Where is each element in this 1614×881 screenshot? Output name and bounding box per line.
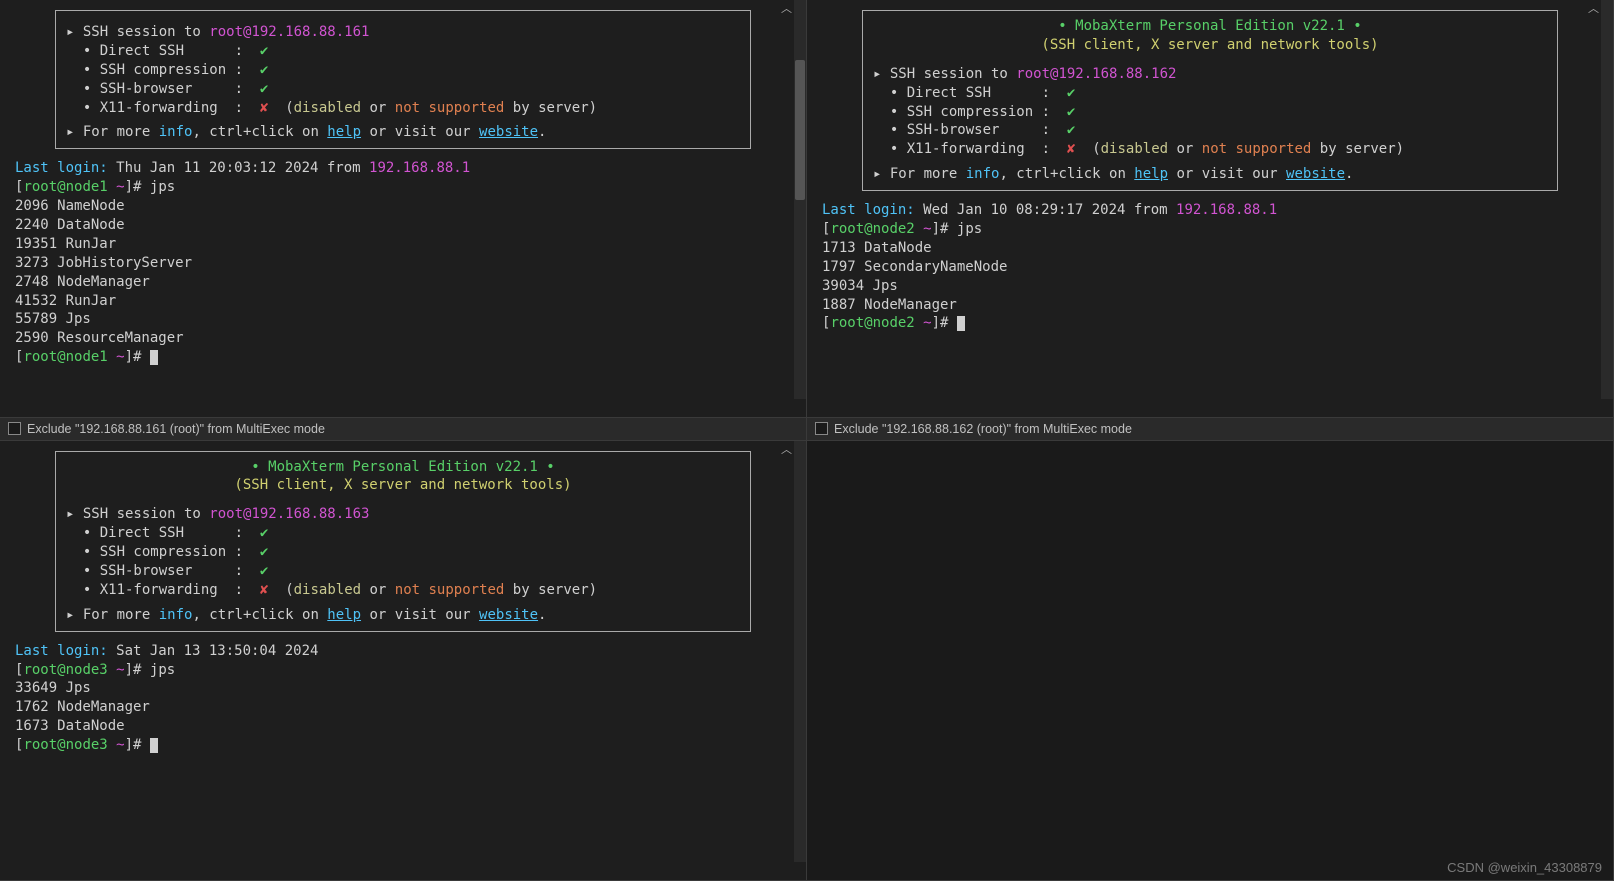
mobaxterm-banner: • MobaXterm Personal Edition v22.1 • (SS… xyxy=(862,10,1558,191)
cursor xyxy=(150,738,158,753)
cursor xyxy=(957,316,965,331)
prompt-line[interactable]: [root@node2 ~]# xyxy=(822,314,1598,333)
session-target: root@192.168.88.162 xyxy=(1016,66,1176,82)
mobaxterm-banner: ▸ SSH session to root@192.168.88.161 • D… xyxy=(55,10,751,149)
exclude-label[interactable]: Exclude "192.168.88.162 (root)" from Mul… xyxy=(834,422,1132,436)
check-icon: ✔ xyxy=(260,62,268,78)
cross-icon: ✘ xyxy=(1067,141,1075,157)
website-link[interactable]: website xyxy=(479,607,538,623)
check-icon: ✔ xyxy=(1067,104,1075,120)
terminal-output-node1[interactable]: ︿ ▸ SSH session to root@192.168.88.161 •… xyxy=(0,0,806,417)
prompt-line: [root@node1 ~]# jps xyxy=(15,178,791,197)
mobaxterm-banner: • MobaXterm Personal Edition v22.1 • (SS… xyxy=(55,451,751,632)
collapse-icon[interactable]: ︿ xyxy=(1588,2,1599,17)
website-link[interactable]: website xyxy=(1286,166,1345,182)
info-text: info xyxy=(159,124,193,140)
session-target: root@192.168.88.163 xyxy=(209,506,369,522)
check-icon: ✔ xyxy=(260,563,268,579)
help-link[interactable]: help xyxy=(1134,166,1168,182)
scrollbar[interactable] xyxy=(1601,0,1613,399)
exclude-label[interactable]: Exclude "192.168.88.161 (root)" from Mul… xyxy=(27,422,325,436)
cross-icon: ✘ xyxy=(260,100,268,116)
scrollbar[interactable] xyxy=(794,0,806,399)
exclude-checkbox[interactable] xyxy=(8,422,21,435)
cursor xyxy=(150,350,158,365)
multiexec-footer: Exclude "192.168.88.162 (root)" from Mul… xyxy=(807,417,1613,440)
terminal-output-node2[interactable]: ︿ • MobaXterm Personal Edition v22.1 • (… xyxy=(807,0,1613,417)
collapse-icon[interactable]: ︿ xyxy=(781,443,792,458)
terminal-pane-node1[interactable]: ︿ ▸ SSH session to root@192.168.88.161 •… xyxy=(0,0,807,441)
website-link[interactable]: website xyxy=(479,124,538,140)
last-login-line: Last login: Sat Jan 13 13:50:04 2024 xyxy=(15,642,791,661)
banner-title: • MobaXterm Personal Edition v22.1 • xyxy=(873,17,1547,36)
banner-subtitle: (SSH client, X server and network tools) xyxy=(66,476,740,495)
terminal-output-node3[interactable]: ︿ • MobaXterm Personal Edition v22.1 • (… xyxy=(0,441,806,881)
empty-pane xyxy=(807,441,1614,881)
last-login-line: Last login: Wed Jan 10 08:29:17 2024 fro… xyxy=(822,201,1598,220)
check-icon: ✔ xyxy=(260,43,268,59)
prompt-line: [root@node3 ~]# jps xyxy=(15,661,791,680)
check-icon: ✔ xyxy=(260,525,268,541)
scrollbar[interactable] xyxy=(794,441,806,863)
check-icon: ✔ xyxy=(260,81,268,97)
check-icon: ✔ xyxy=(1067,85,1075,101)
help-link[interactable]: help xyxy=(327,124,361,140)
last-login-line: Last login: Thu Jan 11 20:03:12 2024 fro… xyxy=(15,159,791,178)
check-icon: ✔ xyxy=(260,544,268,560)
prompt-line: [root@node2 ~]# jps xyxy=(822,220,1598,239)
session-target: root@192.168.88.161 xyxy=(209,24,369,40)
help-link[interactable]: help xyxy=(327,607,361,623)
banner-title: • MobaXterm Personal Edition v22.1 • xyxy=(66,458,740,477)
multiexec-footer: Exclude "192.168.88.161 (root)" from Mul… xyxy=(0,417,806,440)
prompt-line[interactable]: [root@node1 ~]# xyxy=(15,348,791,367)
scrollbar-thumb[interactable] xyxy=(795,60,805,200)
exclude-checkbox[interactable] xyxy=(815,422,828,435)
terminal-pane-node3[interactable]: ︿ • MobaXterm Personal Edition v22.1 • (… xyxy=(0,441,807,881)
jps-output: 2096 NameNode xyxy=(15,197,791,216)
cross-icon: ✘ xyxy=(260,582,268,598)
watermark: CSDN @weixin_43308879 xyxy=(1447,860,1602,875)
banner-subtitle: (SSH client, X server and network tools) xyxy=(873,36,1547,55)
collapse-icon[interactable]: ︿ xyxy=(781,2,792,17)
prompt-line[interactable]: [root@node3 ~]# xyxy=(15,736,791,755)
check-icon: ✔ xyxy=(1067,122,1075,138)
session-label: SSH session to xyxy=(83,24,209,40)
terminal-pane-node2[interactable]: ︿ • MobaXterm Personal Edition v22.1 • (… xyxy=(807,0,1614,441)
